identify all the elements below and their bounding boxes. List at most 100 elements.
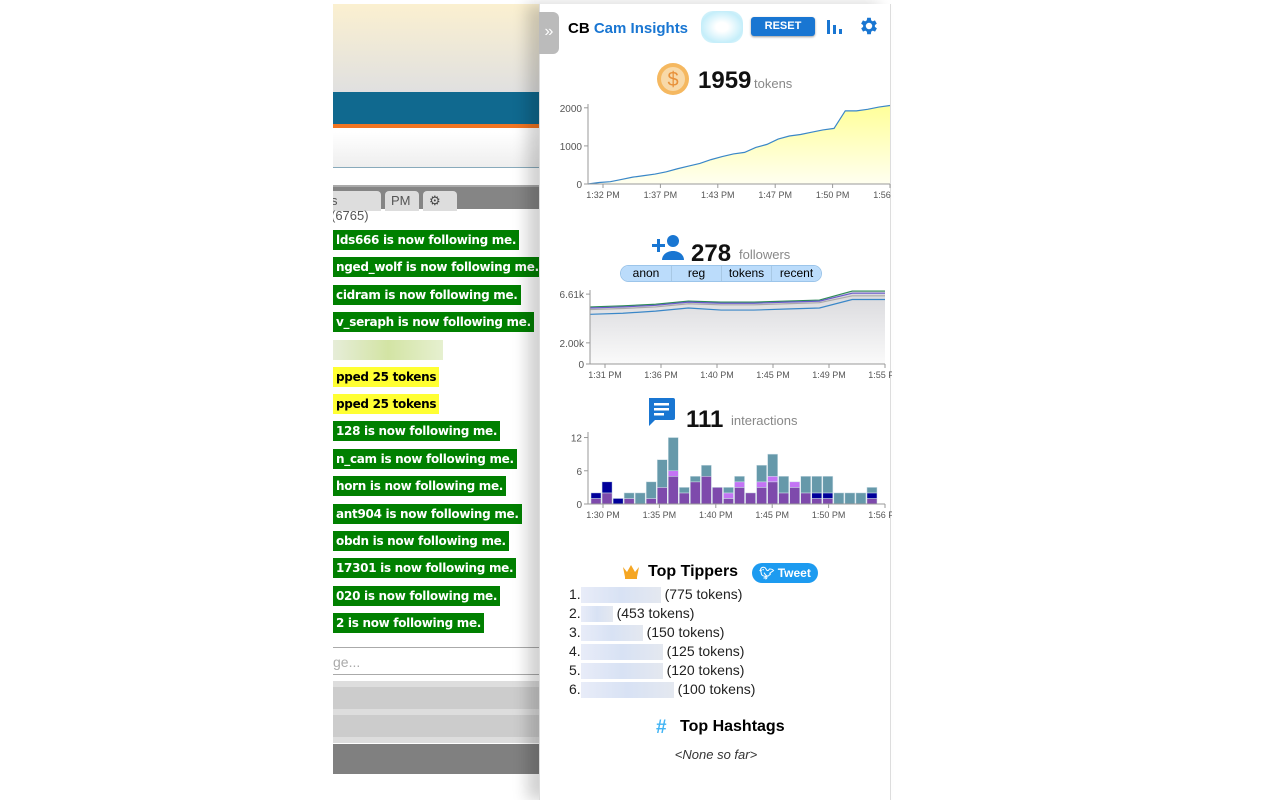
x-tick-label: 1:56 PM [873,190,892,200]
tipper-rank: 4. [569,643,581,659]
interaction-bar-segment [800,492,812,505]
tokens-chart: 0 1000 2000 1:32 PM 1:37 PM 1:43 PM 1:47 PM 1:5… [560,104,892,200]
interaction-bar-segment [690,476,701,483]
interaction-bar-segment [855,492,867,505]
tipper-name-blurred[interactable] [580,587,661,604]
interaction-bar-segment [767,476,778,483]
tipper-tokens: (453 tokens) [616,605,695,621]
add-follower-icon [652,235,684,260]
interaction-bar-segment [601,481,613,494]
filter-anon[interactable]: anon [621,266,671,281]
x-tick-label: 1:45 PM [756,370,790,380]
tipper-name-blurred[interactable] [580,682,674,699]
tab-settings[interactable]: ⚙ [423,191,457,211]
followers-chart: 0 2.00k 6.61k 1:31 PM 1:36 PM 1:40 PM 1:45 PM 1… [560,290,892,380]
tipper-name-blurred[interactable] [580,644,663,661]
x-tick-label: 1:37 PM [644,190,678,200]
interaction-bar-segment [866,498,878,505]
tab-pm[interactable]: PM [385,191,419,211]
blurred-message [333,339,443,360]
interaction-bar-segment [778,476,789,494]
tipper-rank: 3. [569,624,581,640]
y-tick-label: 0 [576,180,582,191]
tipper-tokens: (100 tokens) [677,681,756,697]
tipper-tokens: (150 tokens) [646,624,725,640]
tipper-name-blurred[interactable] [580,625,643,642]
interaction-bar-segment [612,498,624,505]
x-tick-label: 1:43 PM [701,190,735,200]
bar-chart-icon[interactable] [826,18,842,34]
y-tick-label: 6.61k [560,290,585,301]
tipper-tokens: (125 tokens) [666,643,745,659]
interaction-bar-segment [679,492,690,505]
filter-reg[interactable]: reg [671,266,721,281]
interaction-bar-segment [723,498,734,505]
interaction-bar-segment [690,481,701,505]
interaction-bar-segment [833,492,845,505]
interaction-bar-segment [767,453,778,477]
y-tick-label: 0 [576,500,582,511]
chat-message: 17301 is now following me. [333,558,517,579]
chat-message: nged_wolf is now following me. [333,257,542,278]
interactions-chart: 0 6 12 1:30 PM 1:35 PM 1:40 PM 1:45 PM 1:50 PM 1… [571,432,892,520]
tokens-count: 1959 [698,67,752,94]
tokens-unit: tokens [754,76,793,91]
interaction-bar-segment [767,481,778,505]
chat-message: 128 is now following me. [333,421,501,442]
reset-button[interactable]: RESET [751,17,815,36]
interaction-bar-segment [623,498,635,505]
hashtag-icon: # [656,717,667,738]
interaction-bar-segment [701,464,712,477]
x-tick-label: 1:30 PM [586,510,620,520]
tipper-name-blurred[interactable] [580,606,613,623]
chat-message: cidram is now following me. [333,284,521,305]
interaction-bar-segment [866,487,878,494]
filter-recent[interactable]: recent [771,266,821,281]
tipper-row: 3. (150 tokens) [569,623,755,642]
collapse-button[interactable]: » [539,12,559,54]
tipper-name-blurred[interactable] [580,663,663,680]
tweet-button[interactable]: 🐦︎ Tweet [752,563,818,583]
interaction-bar-segment [789,481,800,488]
tipper-tokens: (775 tokens) [664,586,743,602]
chat-message: 2 is now following me. [333,613,485,634]
tipper-rank: 1. [569,586,581,602]
x-tick-label: 1:49 PM [812,370,846,380]
interactions-unit: interactions [731,413,798,428]
chat-message: pped 25 tokens [333,366,440,387]
followers-unit: followers [739,247,791,262]
interaction-bar-segment [679,487,690,494]
interaction-bar-segment [668,437,679,472]
gear-icon[interactable] [858,15,880,37]
interaction-bar-segment [822,476,834,494]
x-tick-label: 1:40 PM [700,370,734,380]
chat-input[interactable]: ge... [333,647,543,675]
chat-message: 020 is now following me. [333,585,501,606]
nav-bar [333,92,543,128]
x-tick-label: 1:35 PM [643,510,677,520]
chat-controls [333,681,543,743]
interaction-bar-segment [866,492,878,499]
interaction-bar-segment [645,498,657,505]
interaction-bar-segment [590,498,602,505]
tipper-row: 2. (453 tokens) [569,604,755,623]
interaction-bar-segment [811,498,823,505]
interaction-bar-segment [811,492,823,499]
chat-bubble-icon [649,398,675,426]
top-tippers-title: Top Tippers [648,563,739,580]
x-tick-label: 1:40 PM [699,510,733,520]
hashtags-empty: <None so far> [674,747,758,762]
x-tick-label: 1:45 PM [755,510,789,520]
gear-icon: ⚙ [429,193,441,208]
interaction-bar-segment [734,481,745,488]
x-tick-label: 1:32 PM [586,190,620,200]
tab-users[interactable]: s (6765) [333,191,381,223]
interaction-bar-segment [778,492,789,505]
tipper-tokens: (120 tokens) [666,662,745,678]
svg-text:$: $ [667,69,678,91]
filter-tokens[interactable]: tokens [721,266,771,281]
tokens-area [588,105,890,184]
chat-window: s (6765) PM ⚙ lds666 is now following me… [333,0,543,800]
x-tick-label: 1:56 PM [868,510,892,520]
x-tick-label: 1:47 PM [758,190,792,200]
